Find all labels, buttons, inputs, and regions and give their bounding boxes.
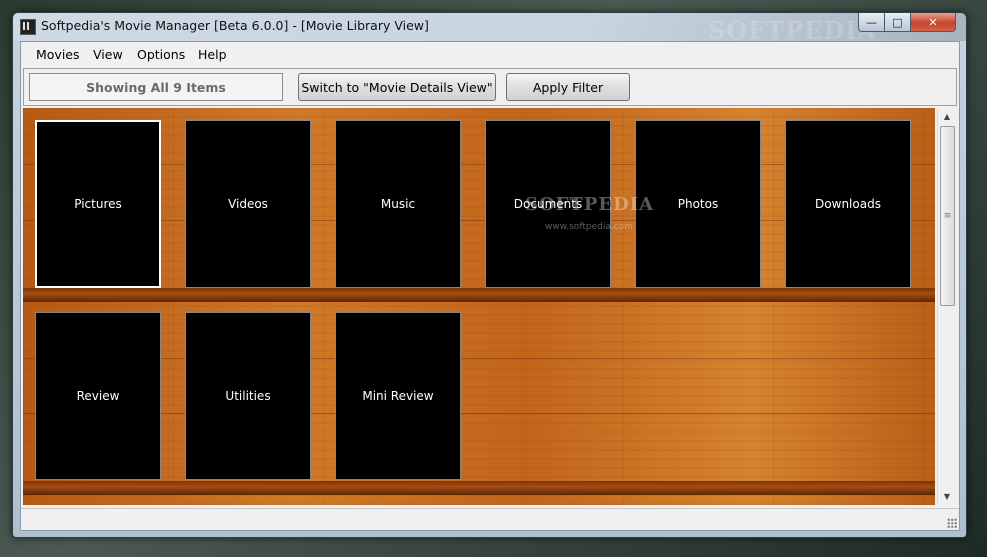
arrow-down-icon: ▼ — [943, 492, 951, 501]
shelf-board — [23, 481, 935, 495]
library-tile[interactable]: Pictures — [35, 120, 161, 288]
library-tile[interactable]: Review — [35, 312, 161, 480]
item-count-label: Showing All 9 Items — [29, 73, 283, 101]
maximize-icon: □ — [892, 15, 903, 29]
library-tile[interactable]: Mini Review — [335, 312, 461, 480]
title-bar[interactable]: Softpedia's Movie Manager [Beta 6.0.0] -… — [13, 13, 966, 45]
scroll-thumb[interactable]: ≡ — [940, 126, 955, 306]
menu-view[interactable]: View — [93, 47, 123, 62]
vertical-scrollbar[interactable]: ▲ ≡ ▼ — [937, 108, 956, 505]
scroll-up-button[interactable]: ▲ — [938, 108, 956, 125]
grip-icon: ≡ — [943, 211, 952, 221]
minimize-button[interactable]: — — [858, 13, 885, 32]
library-tile[interactable]: Music — [335, 120, 461, 288]
menu-bar: Movies View Options Help — [21, 42, 959, 66]
close-icon: ✕ — [928, 15, 938, 29]
menu-movies[interactable]: Movies — [36, 47, 80, 62]
app-window: Softpedia's Movie Manager [Beta 6.0.0] -… — [12, 12, 967, 538]
resize-grip-icon[interactable] — [947, 518, 957, 528]
arrow-up-icon: ▲ — [943, 112, 951, 121]
library-tile[interactable]: Downloads — [785, 120, 911, 288]
library-tile[interactable]: Utilities — [185, 312, 311, 480]
maximize-button[interactable]: □ — [884, 13, 911, 32]
window-title: Softpedia's Movie Manager [Beta 6.0.0] -… — [41, 18, 429, 33]
softpedia-watermark-url: www.softpedia.com — [545, 222, 633, 232]
movie-library-shelf: Pictures Videos Music Documents Photos D… — [23, 108, 935, 505]
apply-filter-button[interactable]: Apply Filter — [506, 73, 630, 101]
toolbar: Showing All 9 Items Switch to "Movie Det… — [23, 68, 957, 106]
switch-view-button[interactable]: Switch to "Movie Details View" — [298, 73, 496, 101]
scroll-down-button[interactable]: ▼ — [938, 488, 956, 505]
status-bar — [21, 508, 959, 530]
shelf-board — [23, 288, 935, 302]
menu-options[interactable]: Options — [137, 47, 185, 62]
client-area: Movies View Options Help Showing All 9 I… — [20, 41, 960, 531]
library-tile[interactable]: Videos — [185, 120, 311, 288]
menu-help[interactable]: Help — [198, 47, 227, 62]
minimize-icon: — — [866, 15, 877, 29]
film-icon — [20, 19, 36, 35]
close-button[interactable]: ✕ — [910, 13, 956, 32]
softpedia-watermark: SOFTPEDIA — [525, 194, 655, 215]
